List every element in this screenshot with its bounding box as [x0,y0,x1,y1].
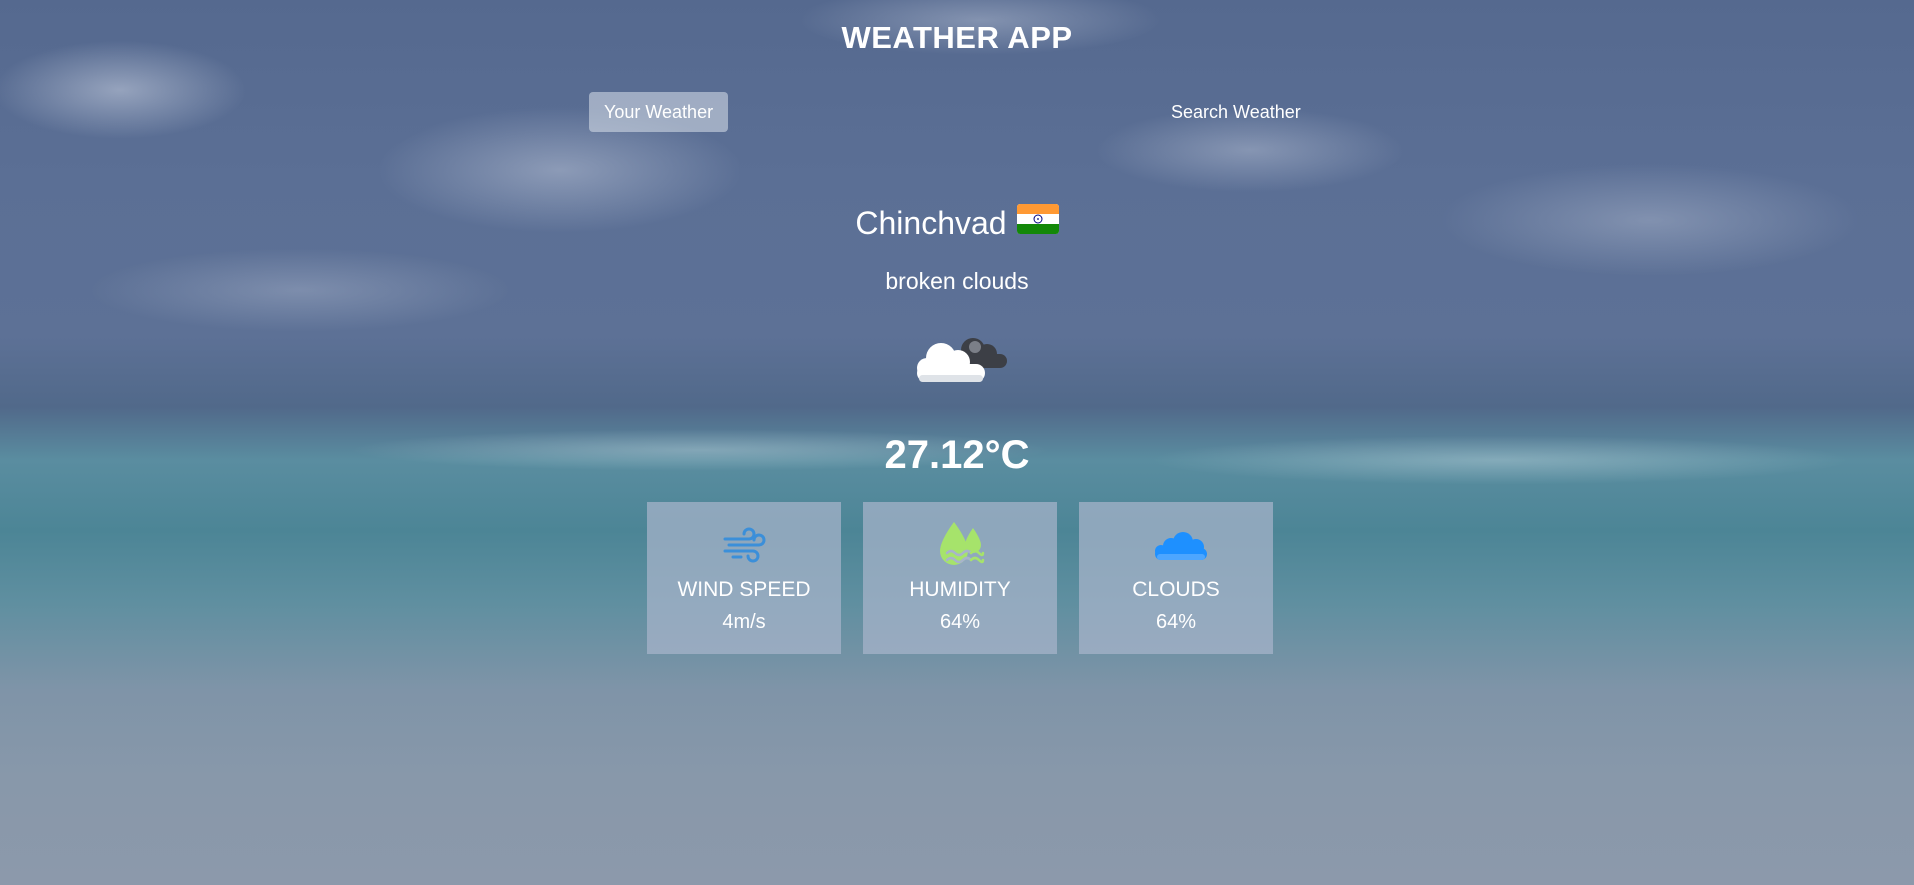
clouds-label: CLOUDS [1132,578,1220,601]
humidity-card: HUMIDITY 64% [863,502,1057,654]
humidity-icon [935,520,985,570]
clouds-value: 64% [1155,611,1197,633]
tab-your-weather[interactable]: Your Weather [589,92,729,132]
location-heading: Chinchvad [0,203,1914,242]
humidity-value: 64% [939,611,981,633]
tab-search-weather[interactable]: Search Weather [1156,92,1316,132]
weather-description: broken clouds [885,268,1029,294]
wind-icon [719,520,769,570]
india-flag-icon [1016,203,1059,242]
wind-speed-card: WIND SPEED 4m/s [647,502,841,654]
wind-speed-label: WIND SPEED [677,578,811,601]
humidity-label: HUMIDITY [909,578,1011,601]
broken-clouds-icon [911,328,1011,388]
app-title: WEATHER APP [841,20,1073,55]
city-name: Chinchvad [855,205,1007,241]
clouds-card: CLOUDS 64% [1079,502,1273,654]
cloud-icon [1151,520,1207,570]
wind-speed-value: 4m/s [722,611,766,633]
temperature-value: 27.12°C [884,433,1030,477]
